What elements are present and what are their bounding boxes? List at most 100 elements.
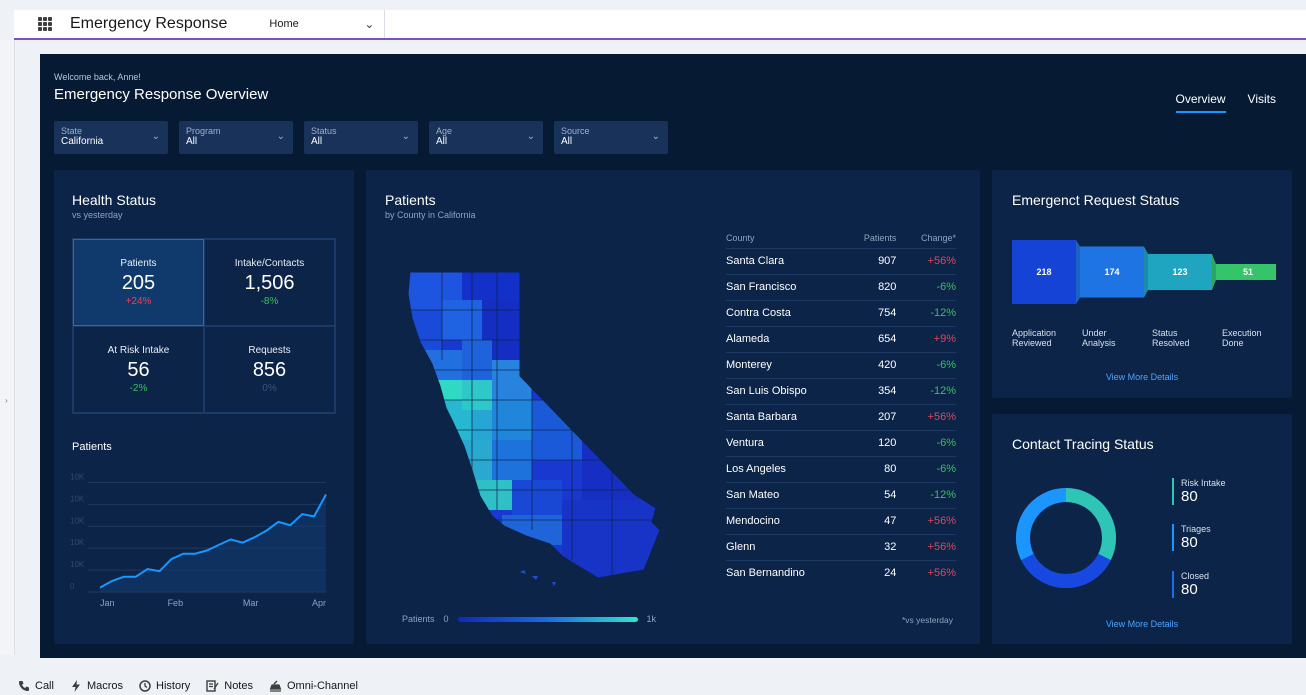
donut-segment-risk-intake[interactable] [1065, 488, 1116, 561]
stage-label: Execution Done [1222, 328, 1262, 348]
chevron-down-icon: ⌄ [276, 131, 285, 142]
donut-segment-closed[interactable] [1021, 553, 1111, 589]
funnel-connector [1212, 253, 1216, 291]
table-row[interactable]: Santa Barbara 207 +56% [726, 403, 956, 430]
table-row[interactable]: Contra Costa 754 -12% [726, 299, 956, 326]
dashboard-tabs: Overview Visits [1175, 92, 1276, 113]
kpi-value: 205 [121, 272, 156, 294]
utility-label: Notes [224, 680, 253, 692]
change-cell: +56% [904, 533, 956, 560]
table-row[interactable]: Ventura 120 -6% [726, 429, 956, 456]
column-header-county[interactable]: County [726, 228, 845, 248]
chevron-down-icon: ⌄ [401, 131, 410, 142]
kpi-label: Requests [248, 345, 291, 356]
x-tick-label: Apr [312, 598, 326, 608]
county-cell: Santa Clara [726, 247, 845, 274]
table-row[interactable]: San Mateo 54 -12% [726, 481, 956, 508]
utility-history[interactable]: History [139, 680, 190, 692]
table-row[interactable]: San Luis Obispo 354 -12% [726, 377, 956, 404]
kpi-intake-contacts[interactable]: Intake/Contacts 1,506 -8% [204, 239, 335, 326]
county-cell: Monterey [726, 351, 845, 378]
change-cell: -6% [904, 455, 956, 482]
patients-line-chart: 0 10K 10K 10K 10K 10K Jan Feb Mar Apr [70, 472, 327, 608]
county-cell: San Luis Obispo [726, 377, 845, 404]
change-cell: +56% [904, 507, 956, 534]
county-cell: Santa Barbara [726, 403, 845, 430]
app-launcher-icon[interactable] [38, 17, 52, 31]
stat-closed: Closed 80 [1172, 571, 1209, 598]
left-collapse-strip[interactable]: › [0, 40, 14, 655]
table-row[interactable]: Santa Clara 907 +56% [726, 247, 956, 274]
filter-label: Program [186, 126, 221, 136]
request-status-panel: Emergenct Request Status 218 174 123 51 App… [992, 170, 1292, 398]
stat-label: Closed [1181, 571, 1210, 581]
y-tick-label: 10K [70, 494, 85, 503]
table-row[interactable]: Alameda 654 +9% [726, 325, 956, 352]
dashboard-title: Emergency Response Overview [54, 86, 269, 103]
table-row[interactable]: San Francisco 820 -6% [726, 273, 956, 300]
california-county-map[interactable] [402, 270, 672, 590]
nav-tab-home[interactable]: Home ⌄ [269, 10, 386, 38]
phone-icon [19, 681, 29, 691]
lightning-icon [71, 680, 80, 692]
county-cell: San Mateo [726, 481, 845, 508]
table-row[interactable]: San Bernandino 24 +56% [726, 559, 956, 586]
column-header-patients[interactable]: Patients [845, 228, 905, 248]
patients-cell: 47 [844, 507, 905, 534]
notes-icon [206, 680, 219, 692]
utility-notes[interactable]: Notes [206, 680, 253, 692]
kpi-patients[interactable]: Patients 205 +24% [73, 239, 204, 326]
app-name: Emergency Response [70, 15, 228, 32]
utility-call[interactable]: Call [18, 680, 54, 692]
legend-max: 1k [646, 614, 657, 624]
kpi-label: Intake/Contacts [234, 258, 305, 269]
table-row[interactable]: Glenn 32 +56% [726, 533, 956, 560]
utility-omni-channel[interactable]: Omni-Channel [269, 680, 358, 692]
kpi-requests[interactable]: Requests 856 0% [204, 326, 335, 413]
column-header-change[interactable]: Change* [904, 228, 956, 248]
utility-macros[interactable]: Macros [70, 680, 123, 692]
table-row[interactable]: Mendocino 47 +56% [726, 507, 956, 534]
table-row[interactable]: Los Angeles 80 -6% [726, 455, 956, 482]
stage-label: Under Analysis [1082, 328, 1116, 348]
filter-label: Age [436, 126, 453, 136]
patients-cell: 820 [844, 273, 905, 300]
y-tick-label: 10K [70, 516, 85, 525]
y-tick-label: 0 [70, 582, 75, 591]
stat-label: Risk Intake [1181, 478, 1226, 488]
filter-value: California [61, 136, 104, 147]
county-cell: Los Angeles [726, 455, 845, 482]
filter-program[interactable]: Program All ⌄ [179, 121, 293, 154]
funnel-value: 123 [1172, 267, 1187, 277]
county-cell: Ventura [726, 429, 845, 456]
table-row[interactable]: Monterey 420 -6% [726, 351, 956, 378]
filter-status[interactable]: Status All ⌄ [304, 121, 418, 154]
utility-bar: Call Macros History Notes Omni-Channel [18, 680, 358, 692]
county-cell: Alameda [726, 325, 845, 352]
donut-segment-triages[interactable] [1016, 488, 1067, 561]
view-more-details-link[interactable]: View More Details [992, 619, 1292, 629]
tab-overview[interactable]: Overview [1175, 92, 1226, 113]
kpi-value: 1,506 [244, 272, 295, 294]
stat-label: Triages [1181, 524, 1211, 534]
change-cell: +56% [904, 403, 956, 430]
expand-handle-icon[interactable]: › [5, 396, 8, 405]
county-cell: Contra Costa [726, 299, 845, 326]
funnel-value: 51 [1243, 267, 1253, 277]
stat-value: 80 [1181, 581, 1198, 598]
chevron-down-icon[interactable]: ⌄ [364, 17, 374, 31]
panel-subtitle: by County in California [385, 210, 476, 220]
change-cell: -12% [904, 481, 956, 508]
tab-visits[interactable]: Visits [1248, 92, 1276, 113]
filter-source[interactable]: Source All ⌄ [554, 121, 668, 154]
kpi-change: 0% [262, 383, 277, 394]
panel-subtitle: vs yesterday [72, 210, 123, 220]
patients-cell: 80 [844, 455, 905, 482]
filter-age[interactable]: Age All ⌄ [429, 121, 543, 154]
filter-value: All [436, 136, 448, 147]
view-more-details-link[interactable]: View More Details [992, 372, 1292, 382]
filter-state[interactable]: State California ⌄ [54, 121, 168, 154]
stage-label: Status Resolved [1152, 328, 1190, 348]
kpi-at-risk-intake[interactable]: At Risk Intake 56 -2% [73, 326, 204, 413]
filter-label: Status [311, 126, 337, 136]
